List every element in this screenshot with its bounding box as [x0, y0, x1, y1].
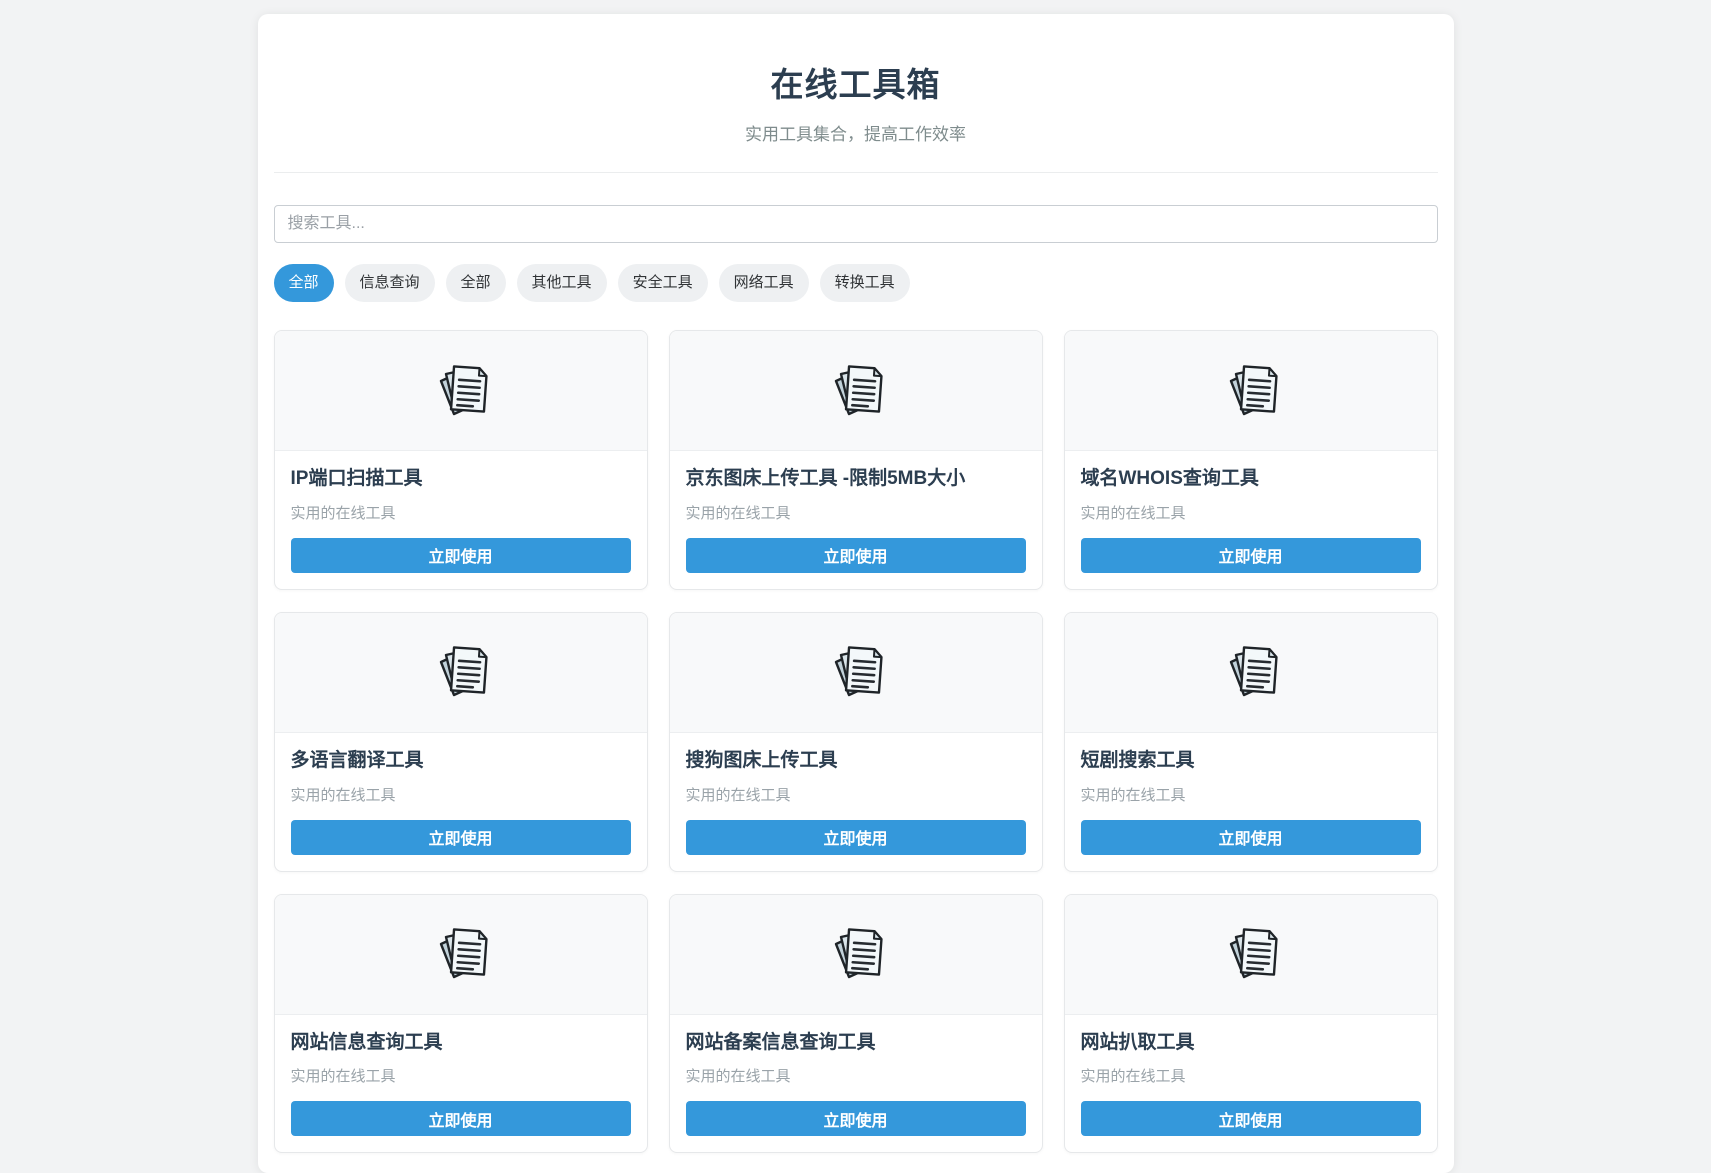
- tool-card: 京东图床上传工具 -限制5MB大小 实用的在线工具 立即使用: [669, 330, 1043, 590]
- filter-pill-all-2[interactable]: 全部: [446, 264, 506, 302]
- card-body: 网站扒取工具 实用的在线工具 立即使用: [1065, 1015, 1437, 1153]
- documents-icon: [824, 640, 888, 704]
- use-now-button[interactable]: 立即使用: [1081, 1101, 1421, 1136]
- card-icon-area: [275, 895, 647, 1015]
- card-body: 搜狗图床上传工具 实用的在线工具 立即使用: [670, 733, 1042, 871]
- tool-title: 网站信息查询工具: [291, 1031, 631, 1055]
- tool-card: 域名WHOIS查询工具 实用的在线工具 立即使用: [1064, 330, 1438, 590]
- tool-title: 搜狗图床上传工具: [686, 749, 1026, 773]
- filter-pill-other-tools[interactable]: 其他工具: [517, 264, 607, 302]
- tool-description: 实用的在线工具: [291, 1065, 631, 1086]
- filter-bar: 全部 信息查询 全部 其他工具 安全工具 网络工具 转换工具: [274, 264, 1438, 302]
- documents-icon: [429, 922, 493, 986]
- page-header: 在线工具箱 实用工具集合，提高工作效率: [274, 14, 1438, 173]
- use-now-button[interactable]: 立即使用: [1081, 820, 1421, 855]
- use-now-button[interactable]: 立即使用: [686, 820, 1026, 855]
- documents-icon: [824, 922, 888, 986]
- card-icon-area: [670, 895, 1042, 1015]
- filter-pill-security-tools[interactable]: 安全工具: [618, 264, 708, 302]
- filter-pill-network-tools[interactable]: 网络工具: [719, 264, 809, 302]
- card-icon-area: [1065, 613, 1437, 733]
- use-now-button[interactable]: 立即使用: [291, 1101, 631, 1136]
- card-icon-area: [670, 613, 1042, 733]
- tool-title: 多语言翻译工具: [291, 749, 631, 773]
- tool-description: 实用的在线工具: [686, 1065, 1026, 1086]
- use-now-button[interactable]: 立即使用: [291, 538, 631, 573]
- page-subtitle: 实用工具集合，提高工作效率: [274, 120, 1438, 145]
- tool-card: 网站备案信息查询工具 实用的在线工具 立即使用: [669, 894, 1043, 1154]
- tool-title: 网站扒取工具: [1081, 1031, 1421, 1055]
- tool-title: 京东图床上传工具 -限制5MB大小: [686, 467, 1026, 491]
- use-now-button[interactable]: 立即使用: [291, 820, 631, 855]
- page-title: 在线工具箱: [274, 58, 1438, 106]
- card-icon-area: [670, 331, 1042, 451]
- card-body: 京东图床上传工具 -限制5MB大小 实用的在线工具 立即使用: [670, 451, 1042, 589]
- filter-pill-all[interactable]: 全部: [274, 264, 334, 302]
- card-body: IP端口扫描工具 实用的在线工具 立即使用: [275, 451, 647, 589]
- tool-description: 实用的在线工具: [1081, 502, 1421, 523]
- search-input[interactable]: [274, 205, 1438, 243]
- use-now-button[interactable]: 立即使用: [686, 538, 1026, 573]
- tool-card: 网站信息查询工具 实用的在线工具 立即使用: [274, 894, 648, 1154]
- use-now-button[interactable]: 立即使用: [686, 1101, 1026, 1136]
- documents-icon: [429, 640, 493, 704]
- card-body: 短剧搜索工具 实用的在线工具 立即使用: [1065, 733, 1437, 871]
- filter-pill-info-query[interactable]: 信息查询: [345, 264, 435, 302]
- tool-title: IP端口扫描工具: [291, 467, 631, 491]
- documents-icon: [1219, 359, 1283, 423]
- documents-icon: [429, 359, 493, 423]
- tool-description: 实用的在线工具: [291, 784, 631, 805]
- card-body: 域名WHOIS查询工具 实用的在线工具 立即使用: [1065, 451, 1437, 589]
- tool-title: 网站备案信息查询工具: [686, 1031, 1026, 1055]
- card-icon-area: [275, 613, 647, 733]
- use-now-button[interactable]: 立即使用: [1081, 538, 1421, 573]
- documents-icon: [1219, 640, 1283, 704]
- card-body: 网站备案信息查询工具 实用的在线工具 立即使用: [670, 1015, 1042, 1153]
- tool-title: 短剧搜索工具: [1081, 749, 1421, 773]
- search-section: [274, 205, 1438, 243]
- card-body: 多语言翻译工具 实用的在线工具 立即使用: [275, 733, 647, 871]
- card-icon-area: [275, 331, 647, 451]
- tool-card: 网站扒取工具 实用的在线工具 立即使用: [1064, 894, 1438, 1154]
- tool-description: 实用的在线工具: [1081, 1065, 1421, 1086]
- card-icon-area: [1065, 895, 1437, 1015]
- tool-card: IP端口扫描工具 实用的在线工具 立即使用: [274, 330, 648, 590]
- filter-pill-convert-tools[interactable]: 转换工具: [820, 264, 910, 302]
- tool-description: 实用的在线工具: [686, 502, 1026, 523]
- tool-description: 实用的在线工具: [1081, 784, 1421, 805]
- tool-description: 实用的在线工具: [686, 784, 1026, 805]
- tool-card: 多语言翻译工具 实用的在线工具 立即使用: [274, 612, 648, 872]
- tool-title: 域名WHOIS查询工具: [1081, 467, 1421, 491]
- tool-description: 实用的在线工具: [291, 502, 631, 523]
- tool-card: 搜狗图床上传工具 实用的在线工具 立即使用: [669, 612, 1043, 872]
- card-icon-area: [1065, 331, 1437, 451]
- toolbox-container: 在线工具箱 实用工具集合，提高工作效率 全部 信息查询 全部 其他工具 安全工具…: [258, 14, 1454, 1173]
- documents-icon: [1219, 922, 1283, 986]
- card-body: 网站信息查询工具 实用的在线工具 立即使用: [275, 1015, 647, 1153]
- documents-icon: [824, 359, 888, 423]
- tools-grid: IP端口扫描工具 实用的在线工具 立即使用 京东图床上传工具 -限制5MB大小 …: [274, 330, 1438, 1153]
- tool-card: 短剧搜索工具 实用的在线工具 立即使用: [1064, 612, 1438, 872]
